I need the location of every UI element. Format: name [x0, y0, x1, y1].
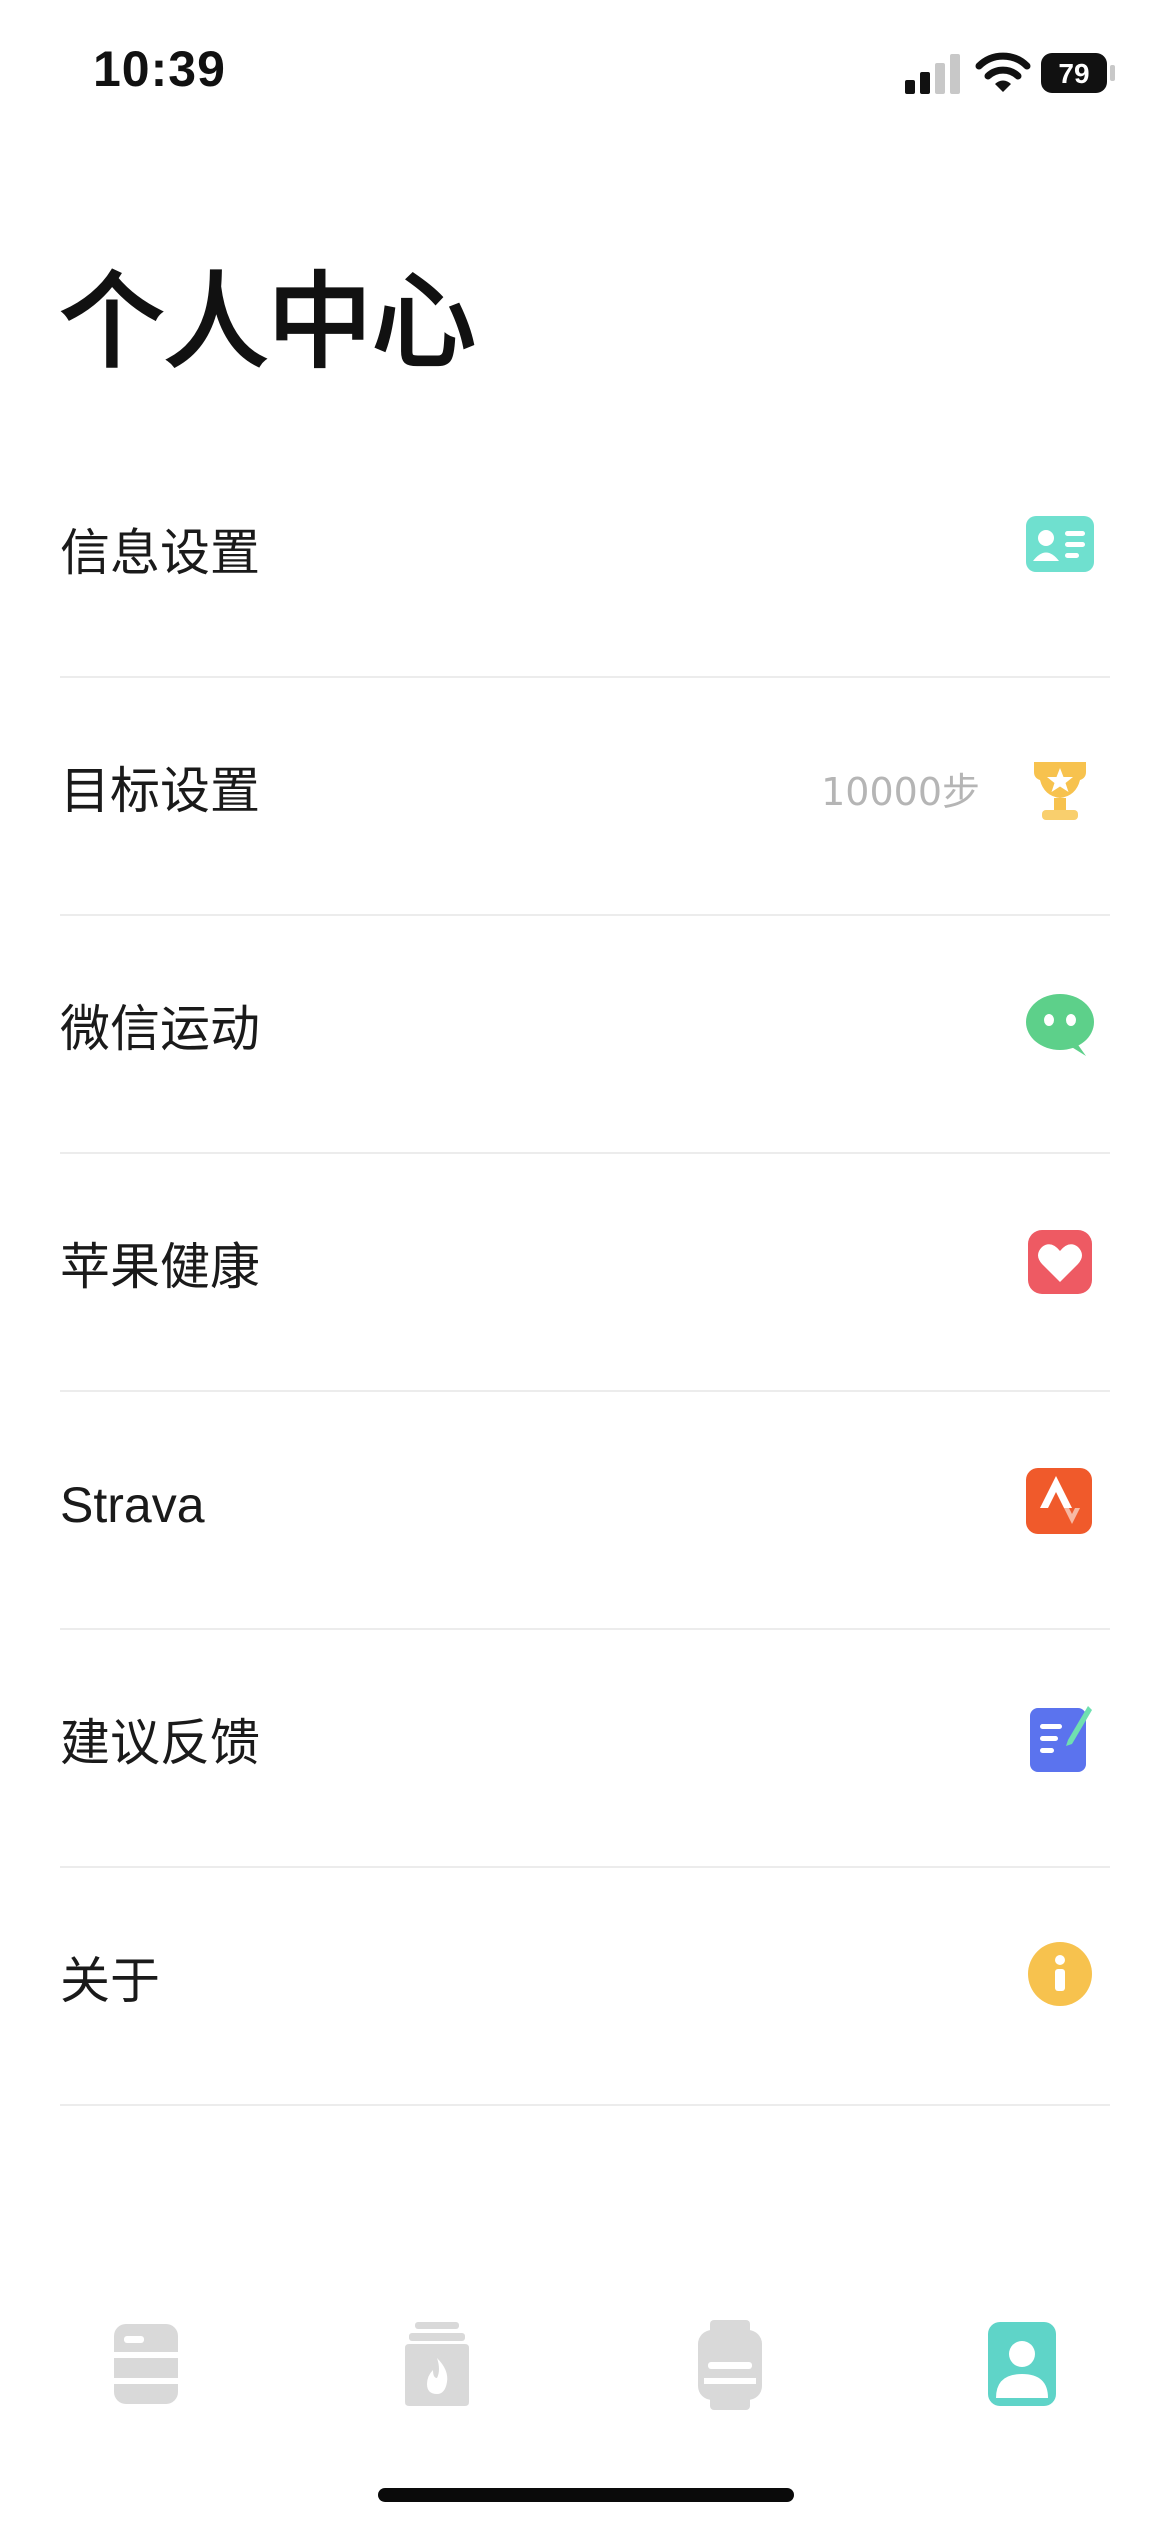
- status-bar: 10:39 79: [0, 0, 1170, 150]
- info-icon: [1028, 1942, 1092, 2006]
- wechat-icon: [1026, 994, 1094, 1056]
- page-title: 个人中心: [60, 261, 477, 383]
- heart-icon: [1028, 1230, 1092, 1294]
- cellular-signal-icon: [905, 54, 960, 94]
- menu-item-apple-health[interactable]: 苹果健康: [60, 1154, 1110, 1392]
- menu-item-wechat-sport[interactable]: 微信运动: [60, 916, 1110, 1154]
- calories-icon[interactable]: [397, 2320, 477, 2410]
- battery-icon: 79: [1041, 53, 1115, 93]
- home-indicator[interactable]: [378, 2488, 794, 2502]
- menu-item-label: 目标设置: [60, 762, 260, 820]
- menu-item-info-settings[interactable]: 信息设置: [60, 440, 1110, 678]
- menu-item-label: 苹果健康: [60, 1238, 260, 1296]
- menu-item-strava[interactable]: Strava: [60, 1392, 1110, 1630]
- step-goal-value: 10000步: [821, 770, 980, 814]
- profile-icon[interactable]: [982, 2320, 1062, 2410]
- menu-item-about[interactable]: 关于: [60, 1868, 1110, 2106]
- menu-item-label: 信息设置: [60, 524, 260, 582]
- menu-item-label: 微信运动: [60, 1000, 260, 1058]
- strava-icon: [1026, 1468, 1092, 1534]
- records-icon[interactable]: [106, 2320, 186, 2410]
- tab-bar: [0, 2290, 1170, 2430]
- trophy-icon: [1034, 762, 1086, 820]
- watch-icon[interactable]: [690, 2320, 770, 2410]
- menu-item-feedback[interactable]: 建议反馈: [60, 1630, 1110, 1868]
- menu-item-goal-settings[interactable]: 目标设置 10000步: [60, 678, 1110, 916]
- wifi-icon: [975, 52, 1031, 92]
- status-time: 10:39: [93, 41, 226, 97]
- battery-level: 79: [1058, 58, 1089, 89]
- menu-item-label: 建议反馈: [60, 1714, 260, 1772]
- menu-item-label: 关于: [60, 1952, 160, 2010]
- settings-menu: 信息设置 目标设置 10000步 微信运动 苹果健康 Strava 建议反馈 关…: [60, 440, 1110, 2106]
- profile-card-icon: [1026, 516, 1094, 572]
- feedback-note-icon: [1030, 1706, 1092, 1772]
- menu-item-label: Strava: [60, 1477, 205, 1533]
